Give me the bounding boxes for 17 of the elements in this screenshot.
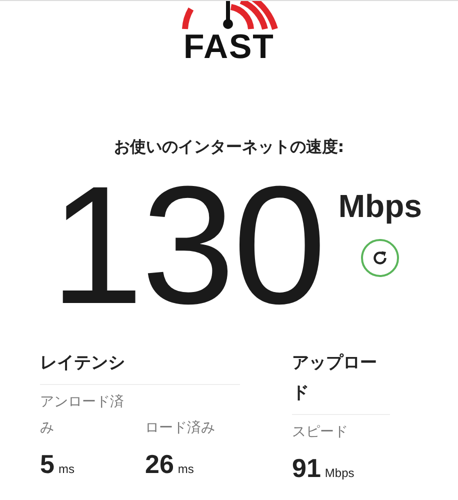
metric-value: 26 [145, 449, 174, 480]
refresh-icon [371, 249, 390, 267]
metric-label: ロード済み [145, 419, 216, 438]
section-title: アップロード [292, 348, 390, 415]
speed-value: 130 [50, 170, 324, 320]
heading: お使いのインターネットの速度: [114, 137, 344, 158]
metric-unit: ms [178, 462, 194, 476]
metric-unit: Mbps [324, 466, 354, 480]
refresh-button[interactable] [361, 239, 400, 277]
metric-value: 91 [292, 453, 321, 484]
metric-label: アンロード済み [40, 393, 125, 438]
section-title: レイテンシ [40, 348, 240, 385]
metric-label: スピード [292, 423, 349, 442]
logo: FAST [184, 31, 274, 63]
metric-value: 5 [40, 449, 54, 480]
speed-unit: Mbps [338, 188, 422, 225]
metric-unit: ms [58, 462, 74, 476]
